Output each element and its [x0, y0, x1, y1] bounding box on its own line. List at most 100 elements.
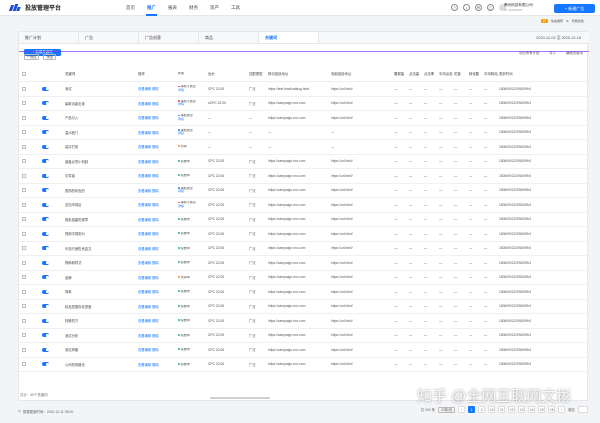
row-actions[interactable]: 查看编辑 删除	[137, 231, 177, 236]
row-toggle[interactable]	[42, 246, 49, 251]
page-button[interactable]: 1	[468, 406, 476, 413]
murl-cell[interactable]: https://url.html/	[330, 159, 393, 163]
page-button[interactable]: 12	[508, 406, 516, 413]
row-toggle[interactable]	[42, 159, 49, 164]
row-actions[interactable]: 查看编辑 删除	[137, 130, 177, 135]
horizontal-scrollbar[interactable]	[210, 397, 270, 399]
row-toggle[interactable]	[42, 275, 49, 280]
table-row[interactable]: 品牌 查看编辑 删除 暂停中 CPC 22.00 广泛 https://campaign.…	[19, 271, 589, 285]
table-row[interactable]: 键盘必须小机制 查看编辑 删除 投放中 CPC 22.00 广泛 https://camp…	[19, 155, 589, 169]
nav-item-3[interactable]: 财务	[183, 0, 204, 16]
murl-cell[interactable]: https://url.html/	[330, 275, 393, 279]
status-detail-link[interactable]: 待投	[178, 131, 184, 136]
table-row[interactable]: 测试分析 查看编辑 删除 投放中 CPC 22.00 广泛 https://campaig…	[19, 329, 589, 343]
murl-cell[interactable]: https://url.html/	[330, 362, 393, 366]
table-row[interactable]: 可领只销售资金文 查看编辑 删除 投放中 CPC 22.00 广泛 https://cam…	[19, 242, 589, 256]
col-impressions[interactable]: 展现量	[393, 71, 408, 76]
url-cell[interactable]: https://campaign.ecx.com	[267, 246, 330, 250]
table-row[interactable]: 视频中规则为 查看编辑 删除 投放中 CPC 22.00 广泛 https://campa…	[19, 227, 589, 242]
table-row[interactable]: 特殊的方 查看编辑 删除 投放中 CPC 22.00 广泛 https://campaig…	[19, 314, 589, 329]
row-actions[interactable]: 查看编辑 删除	[137, 347, 177, 352]
row-checkbox[interactable]	[22, 289, 26, 294]
page-button[interactable]: 15	[538, 406, 546, 413]
row-actions[interactable]: 查看编辑 删除	[137, 159, 177, 164]
row-actions[interactable]: 查看编辑 删除	[137, 173, 177, 178]
page-button[interactable]: 14	[528, 406, 536, 413]
url-cell[interactable]: https://campaign.ecx.com	[267, 333, 330, 337]
nav-item-4[interactable]: 资产	[204, 0, 225, 16]
col-status[interactable]: 状态	[177, 72, 207, 76]
url-cell[interactable]: https://campaign.ecx.com	[267, 232, 330, 236]
row-checkbox[interactable]	[22, 115, 26, 120]
murl-cell[interactable]: https://url.html/	[330, 290, 393, 294]
notification-icon[interactable]: •	[463, 4, 470, 11]
row-checkbox[interactable]	[22, 202, 26, 207]
table-row[interactable]: 引导者 查看编辑 删除 投放中 CPC 22.00 广泛 https://campaign…	[19, 169, 589, 184]
row-checkbox[interactable]	[22, 275, 26, 280]
page-button[interactable]: 2	[478, 406, 486, 413]
row-checkbox[interactable]	[22, 333, 26, 338]
tab-4[interactable]: 关键词	[259, 32, 319, 43]
quick-link-recommend[interactable]: 快速推荐	[551, 19, 563, 23]
tab-0[interactable]: 推广计划	[19, 32, 79, 43]
col-ctr[interactable]: 点击率	[423, 71, 438, 76]
row-checkbox[interactable]	[22, 130, 26, 135]
murl-cell[interactable]: https://url.html/	[330, 116, 393, 120]
murl-cell[interactable]: https://url.html/	[330, 333, 393, 337]
col-bid[interactable]: 出价	[207, 71, 248, 76]
status-detail-link[interactable]: 待投	[178, 117, 184, 121]
row-checkbox[interactable]	[22, 231, 26, 236]
murl-cell[interactable]: https://url.html/	[330, 261, 393, 265]
row-toggle[interactable]	[42, 318, 49, 323]
row-checkbox[interactable]	[22, 217, 26, 222]
row-actions[interactable]: 查看编辑 删除	[137, 246, 177, 251]
murl-cell[interactable]: https://url.html/	[330, 304, 393, 308]
row-checkbox[interactable]	[22, 362, 26, 367]
account-info[interactable]: 腾讯科技有限公司 ID: 12345678	[504, 3, 533, 12]
row-checkbox[interactable]	[22, 144, 26, 149]
row-actions[interactable]: 查看编辑 删除	[137, 260, 177, 265]
select-all-checkbox[interactable]	[22, 71, 26, 76]
status-detail-link[interactable]: 详情	[178, 88, 184, 92]
url-cell[interactable]: —	[267, 145, 330, 149]
table-row[interactable]: 简单 查看编辑 删除 投放中 CPC 22.00 广泛 https://campaign.…	[19, 285, 589, 300]
nav-item-1[interactable]: 推广	[141, 0, 162, 16]
row-actions[interactable]: 查看编辑 删除	[137, 304, 177, 309]
table-row[interactable]: 测试风格 查看编辑 删除 投放中 CPC 22.00 广泛 https://campaig…	[19, 343, 589, 358]
page-button[interactable]: 10	[488, 406, 496, 413]
tab-1[interactable]: 广告	[79, 32, 139, 43]
status-detail-link[interactable]: 详情	[178, 204, 184, 208]
murl-cell[interactable]: https://url.html/	[330, 174, 393, 178]
row-actions[interactable]: 查看编辑 删除	[137, 144, 177, 149]
col-conversions[interactable]: 转化数	[468, 71, 483, 76]
table-row[interactable]: 测试 查看编辑 删除 审核不通过 详情 CPC 22.00 广泛 https://test.…	[19, 82, 589, 97]
new-ad-button[interactable]: + 新建广告	[554, 3, 595, 13]
murl-cell[interactable]: —	[330, 145, 393, 149]
row-checkbox[interactable]	[22, 246, 26, 251]
row-actions[interactable]: 查看编辑 删除	[137, 202, 177, 207]
url-cell[interactable]: https://campaign.ecx.com	[267, 217, 330, 221]
url-cell[interactable]: https://campaign.ecx.com	[267, 203, 330, 207]
url-cell[interactable]: https://campaign.ecx.com	[267, 188, 330, 192]
row-actions[interactable]: 查看编辑 删除	[137, 115, 177, 120]
url-cell[interactable]: https://test.html/catalog.html	[267, 87, 330, 91]
page-button[interactable]: 11	[498, 406, 506, 413]
row-toggle[interactable]	[42, 304, 49, 309]
url-cell[interactable]: https://campaign.ecx.com	[267, 304, 330, 308]
row-actions[interactable]: 查看编辑 删除	[137, 333, 177, 338]
table-row[interactable]: 高清打音 查看编辑 删除 暂停 — — — — — — — — — — —1808/09/22/2980/…	[19, 140, 589, 155]
table-row[interactable]: 最新功能出现 查看编辑 删除 审核不通过 详情 oCPC 22.00 广泛 https://…	[19, 97, 589, 111]
table-row[interactable]: 产品引入 查看编辑 删除 审核通过 待投 — — https://campaign.ecx.…	[19, 111, 589, 126]
page-size-select[interactable]: 20条/页	[438, 406, 456, 413]
row-checkbox[interactable]	[22, 86, 26, 91]
row-toggle[interactable]	[42, 362, 49, 367]
row-toggle[interactable]	[42, 202, 49, 207]
row-toggle[interactable]	[42, 347, 49, 352]
table-row[interactable]: 公司的风格也 查看编辑 删除 投放中 CPC 22.00 广泛 https://campa…	[19, 358, 589, 372]
col-avg-cpc[interactable]: 平均点击价格	[438, 71, 453, 76]
row-toggle[interactable]	[42, 231, 49, 236]
col-match[interactable]: 匹配类型	[248, 71, 267, 76]
row-toggle[interactable]	[42, 144, 49, 149]
url-cell[interactable]: https://campaign.ecx.com	[267, 101, 330, 105]
status-detail-link[interactable]: 详情	[178, 102, 184, 107]
